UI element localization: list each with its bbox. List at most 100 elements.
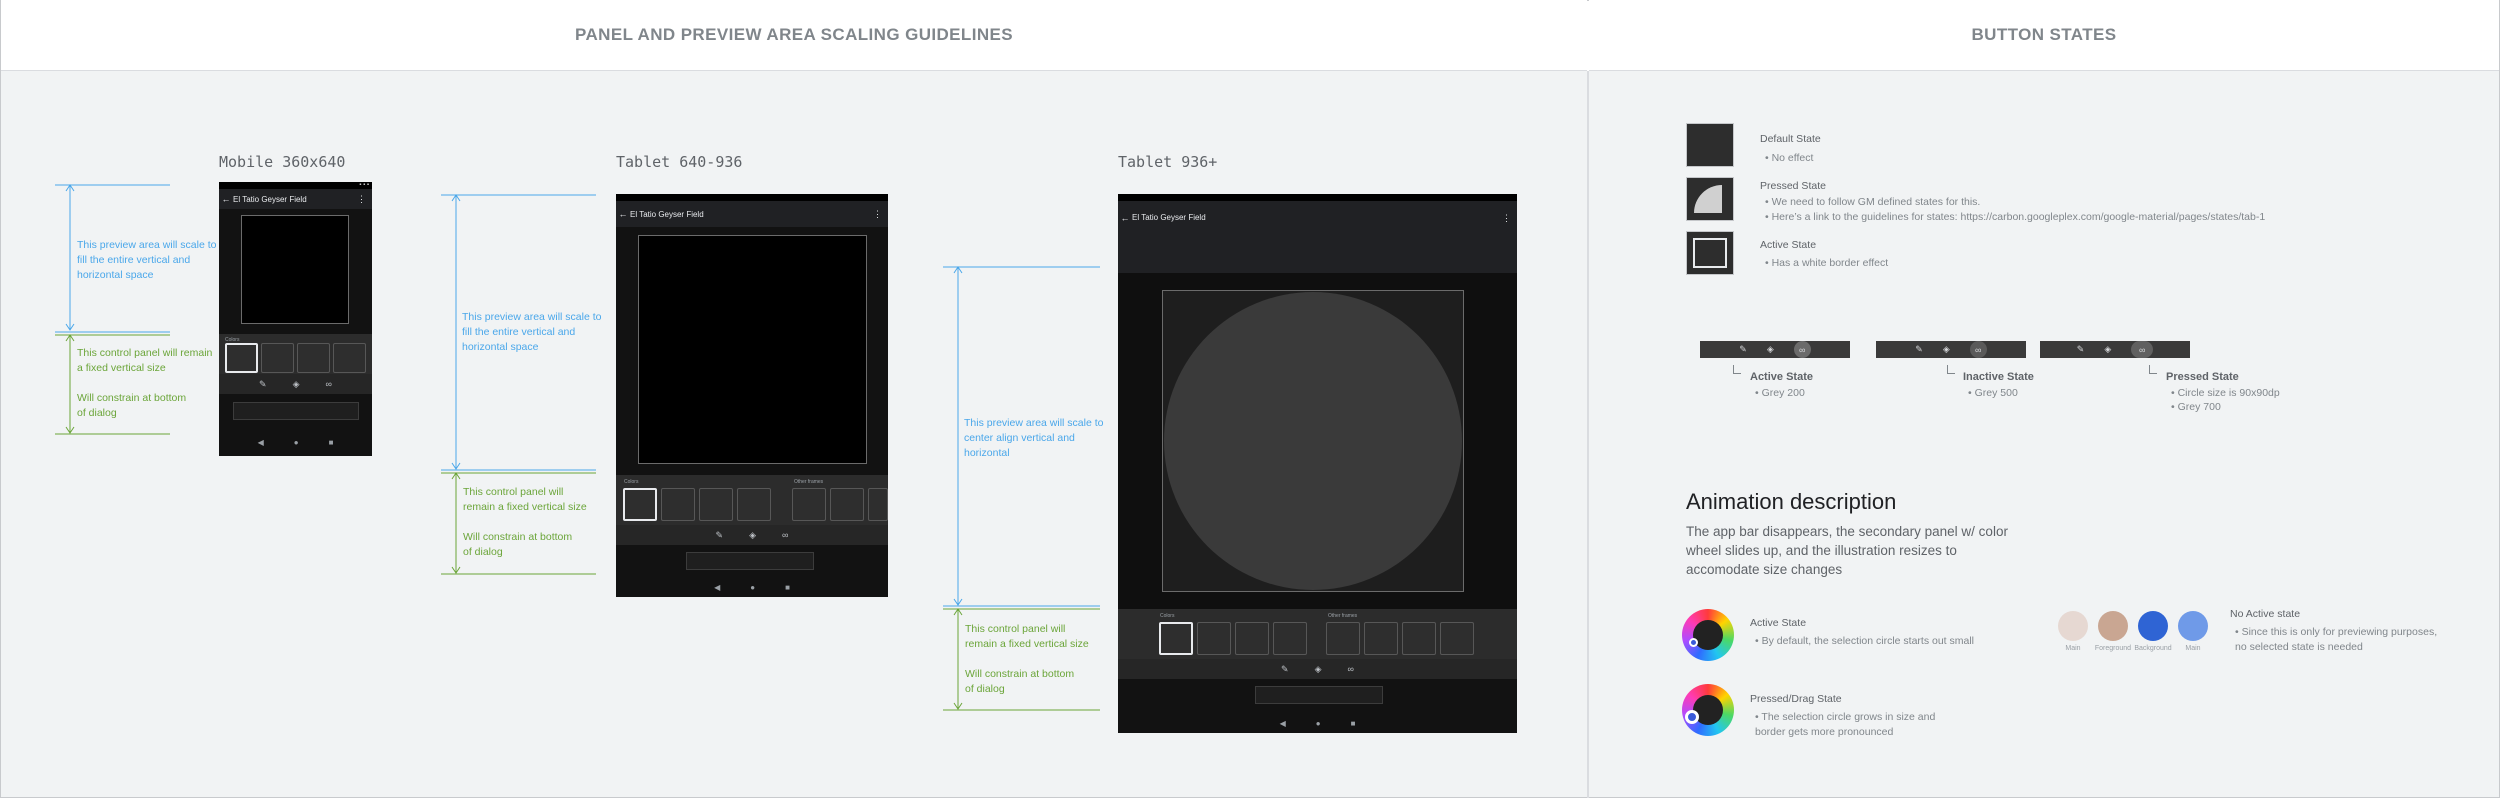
app-title: El Tatio Geyser Field: [630, 209, 704, 219]
link-icon: ∞: [2131, 341, 2154, 358]
frame-swatch[interactable]: [1326, 622, 1360, 655]
preview-area: [241, 215, 349, 324]
magic-wand-icon[interactable]: ✎: [1281, 664, 1289, 675]
mobile-control-annotation: This control panel will remain a fixed v…: [77, 347, 213, 374]
swatch[interactable]: [1273, 622, 1307, 655]
swatch[interactable]: [661, 488, 695, 521]
active-state-swatch: [1686, 231, 1734, 275]
app-bar: ← El Tatio Geyser Field ⋮: [1118, 201, 1517, 273]
more-vert-icon[interactable]: ⋮: [873, 209, 888, 220]
swatch[interactable]: [699, 488, 733, 521]
animation-title: Animation description: [1686, 489, 1897, 514]
active-state-grey: • Grey 200: [1755, 387, 1805, 399]
control-panel: Colors: [219, 334, 372, 374]
nav-back-icon[interactable]: ◀: [714, 583, 720, 592]
inactive-state-grey: • Grey 500: [1968, 387, 2018, 399]
section-divider: [1587, 71, 1589, 798]
swatch-selected[interactable]: [225, 343, 258, 373]
colors-label: Colors: [624, 479, 639, 485]
more-vert-icon[interactable]: ⋮: [1502, 213, 1517, 224]
no-active-title: No Active state: [2230, 608, 2301, 620]
app-bar: ← El Tatio Geyser Field ⋮: [616, 201, 888, 227]
input-bar[interactable]: [233, 402, 359, 420]
selection-circle-large[interactable]: [1685, 710, 1699, 724]
magic-wand-icon[interactable]: ✎: [716, 530, 724, 541]
tablet-annotation-lines: [441, 194, 596, 575]
input-bar[interactable]: [686, 552, 814, 570]
preview-illustration-circle: [1164, 292, 1462, 590]
frame-swatch[interactable]: [792, 488, 826, 521]
inactive-state-toolbar: ✎ ◈ ∞: [1876, 341, 2026, 358]
nav-home-icon[interactable]: ●: [750, 583, 755, 592]
link-icon[interactable]: ∞: [1348, 664, 1354, 674]
mobile-preview-annotation: This preview area will scale to fill the…: [77, 239, 217, 281]
nav-recents-icon[interactable]: ■: [1351, 719, 1356, 728]
nav-recents-icon[interactable]: ■: [785, 583, 790, 592]
anim-active-title: Active State: [1750, 617, 1807, 629]
pressed-state-desc2: • Here’s a link to the guidelines for st…: [1765, 211, 2266, 223]
link-icon[interactable]: ∞: [782, 530, 788, 540]
control-panel: Colors Other frames: [616, 475, 888, 525]
back-arrow-icon[interactable]: ←: [1118, 213, 1132, 223]
frame-swatch[interactable]: [868, 488, 888, 521]
swatch-selected[interactable]: [623, 488, 657, 521]
link-icon[interactable]: ∞: [326, 379, 332, 389]
magic-wand-icon[interactable]: ✎: [259, 379, 267, 390]
wheel-center: [1693, 620, 1723, 650]
swatch[interactable]: [1197, 622, 1231, 655]
back-arrow-icon[interactable]: ←: [219, 194, 233, 204]
swatch[interactable]: [261, 343, 294, 373]
active-state-toolbar: ✎ ◈ ∞: [1700, 341, 1850, 358]
swatch-background: [2138, 611, 2168, 641]
swatch-main-2: [2178, 611, 2208, 641]
pressed-state-grey: • Grey 700: [2171, 401, 2221, 413]
nav-bar: ◀ ● ■: [219, 432, 372, 452]
pressed-state-label: Pressed State: [2166, 371, 2239, 383]
colors-label: Colors: [1160, 613, 1175, 619]
fill-icon[interactable]: ◈: [749, 530, 756, 541]
frame-swatch[interactable]: [1402, 622, 1436, 655]
input-bar[interactable]: [1255, 686, 1383, 704]
swatch[interactable]: [1235, 622, 1269, 655]
pressed-state-title: Pressed State: [1760, 180, 1826, 192]
link-icon: ∞: [1793, 341, 1811, 358]
frame-swatch[interactable]: [830, 488, 864, 521]
nav-back-icon[interactable]: ◀: [258, 438, 264, 447]
back-arrow-icon[interactable]: ←: [616, 209, 630, 219]
swatch[interactable]: [333, 343, 366, 373]
section-header-scaling: PANEL AND PREVIEW AREA SCALING GUIDELINE…: [1, 0, 1587, 71]
inactive-pointer-icon: [1947, 365, 1955, 374]
tablet-large-constrain-annotation: Will constrain at bottom of dialog: [965, 668, 1075, 695]
swatch[interactable]: [737, 488, 771, 521]
magic-wand-icon: ✎: [1739, 344, 1747, 354]
nav-home-icon[interactable]: ●: [1316, 719, 1321, 728]
app-title: El Tatio Geyser Field: [1132, 213, 1206, 222]
active-pointer-icon: [1733, 365, 1741, 374]
nav-recents-icon[interactable]: ■: [329, 438, 334, 447]
pressed-state-toolbar: ✎ ◈ ∞: [2040, 341, 2190, 358]
anim-active-desc: • By default, the selection circle start…: [1755, 635, 1975, 647]
more-vert-icon[interactable]: ⋮: [357, 194, 372, 205]
preview-area: [1162, 290, 1464, 592]
color-wheel-active[interactable]: [1682, 609, 1734, 661]
status-bar: ▪ ▪ ▪: [219, 182, 372, 189]
fill-icon: ◈: [1942, 344, 1950, 354]
swatch[interactable]: [297, 343, 330, 373]
link-icon: ∞: [1969, 341, 1987, 358]
status-bar: [616, 194, 888, 201]
nav-home-icon[interactable]: ●: [294, 438, 299, 447]
selection-circle-small[interactable]: [1689, 638, 1698, 647]
app-title: El Tatio Geyser Field: [233, 194, 307, 204]
fill-icon[interactable]: ◈: [1315, 664, 1322, 675]
tablet-preview-annotation: This preview area will scale to fill the…: [462, 311, 602, 353]
nav-back-icon[interactable]: ◀: [1280, 719, 1286, 728]
magic-wand-icon: ✎: [1915, 344, 1923, 354]
fill-icon[interactable]: ◈: [293, 379, 300, 390]
frame-swatch[interactable]: [1364, 622, 1398, 655]
frame-swatch[interactable]: [1440, 622, 1474, 655]
color-wheel-pressed[interactable]: [1682, 684, 1734, 736]
default-state-title: Default State: [1760, 133, 1821, 145]
active-state-label: Active State: [1750, 371, 1813, 383]
nav-bar: ◀ ● ■: [1118, 713, 1517, 733]
swatch-selected[interactable]: [1159, 622, 1193, 655]
